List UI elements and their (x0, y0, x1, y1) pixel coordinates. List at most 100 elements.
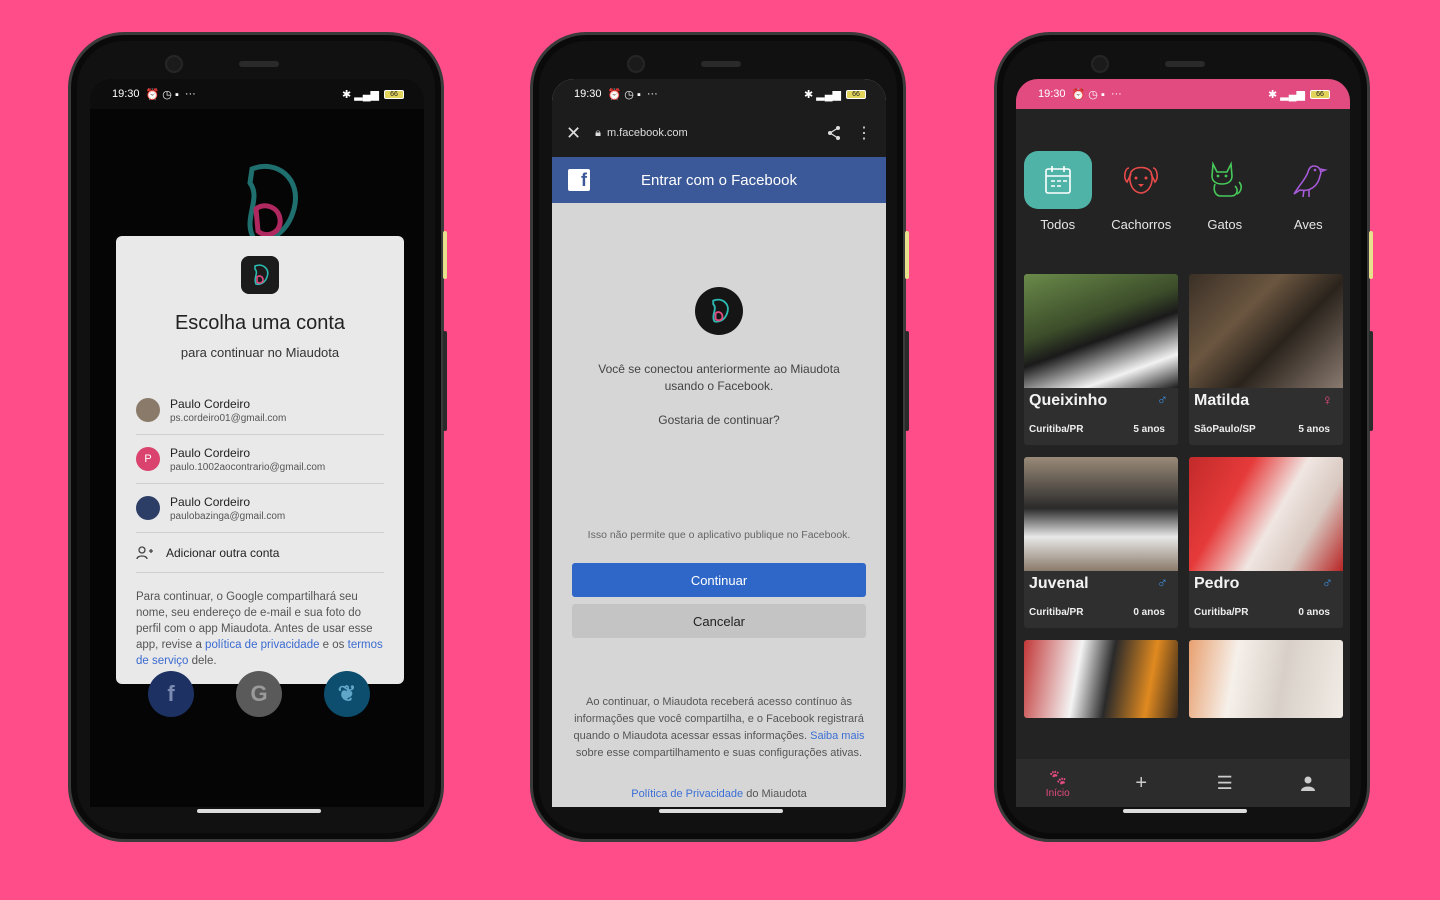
pet-card[interactable]: Juvenal ♂ Curitiba/PR 0 anos (1024, 457, 1178, 628)
account-chooser-dialog: Escolha uma conta para continuar no Miau… (116, 236, 404, 684)
consent-text-end: dele. (188, 655, 217, 667)
bird-icon (1274, 151, 1342, 209)
pet-city: Curitiba/PR (1194, 607, 1249, 618)
signal-icon: ✱ ▂▄▆ (1268, 88, 1305, 101)
phone-facebook: 19:30 ⏰ ◷ ▪ ··· ✱ ▂▄▆ 66 ✕ 🔒︎ m.facebook.com… (530, 32, 909, 842)
reconnect-message: Você se conectou anteriormente ao Miaudo… (598, 362, 840, 393)
account-item[interactable]: Paulo Cordeiro paulobazinga@gmail.com (136, 484, 384, 533)
nav-list[interactable]: ☰ (1195, 773, 1255, 794)
volume-button (1369, 331, 1373, 431)
consent-text: Para continuar, o Google compartilhará s… (136, 589, 384, 669)
facebook-header: f Entrar com o Facebook (552, 157, 886, 203)
power-button (1369, 231, 1373, 279)
privacy-policy-link[interactable]: Política de Privacidade (631, 788, 743, 800)
no-post-notice: Isso não permite que o aplicativo publiq… (587, 529, 851, 541)
female-icon: ♀ (1321, 392, 1333, 409)
cancel-button[interactable]: Cancelar (572, 604, 866, 638)
pet-grid: Queixinho ♂ Curitiba/PR 5 anos Matilda ♀… (1024, 274, 1344, 718)
nav-profile[interactable] (1278, 775, 1338, 791)
pet-age: 0 anos (1133, 607, 1165, 618)
consent-text-mid: e os (319, 639, 348, 651)
add-account-button[interactable]: Adicionar outra conta (136, 533, 384, 573)
lock-icon: 🔒︎ (595, 126, 601, 139)
status-time: 19:30 (112, 88, 140, 100)
status-bar: 19:30 ⏰ ◷ ▪ ··· ✱ ▂▄▆ 66 (90, 79, 424, 109)
pet-age: 0 anos (1298, 607, 1330, 618)
male-icon: ♂ (1156, 392, 1168, 409)
category-label: Todos (1040, 217, 1076, 232)
dialog-title: Escolha uma conta (174, 312, 346, 334)
power-button (443, 231, 447, 279)
calendar-icon (1023, 151, 1092, 209)
phone-miaudota: 19:30 ⏰ ◷ ▪ ··· ✱ ▂▄▆ 66 Todos Cachorros (994, 32, 1373, 842)
person-icon (1301, 776, 1316, 791)
category-aves[interactable]: Aves (1273, 151, 1343, 232)
bottom-navigation: 🐾︎ Início + ☰ (1016, 759, 1350, 807)
status-bar: 19:30 ⏰ ◷ ▪ ··· ✱ ▂▄▆ 66 (1016, 79, 1350, 109)
add-account-label: Adicionar outra conta (166, 545, 280, 560)
url-bar[interactable]: 🔒︎ m.facebook.com (595, 127, 812, 140)
account-email: paulobazinga@gmail.com (170, 510, 286, 522)
pet-card[interactable]: Pedro ♂ Curitiba/PR 0 anos (1189, 457, 1343, 628)
category-label: Aves (1293, 217, 1323, 232)
url-text: m.facebook.com (606, 127, 688, 139)
account-list: Paulo Cordeiro ps.cordeiro01@gmail.com P … (136, 386, 384, 573)
dialog-subtitle: para continuar no Miaudota (180, 345, 340, 360)
legal-text: Ao continuar, o Miaudota receberá acesso… (552, 694, 886, 762)
volume-button (443, 331, 447, 431)
nav-add[interactable]: + (1111, 772, 1171, 795)
speaker (1165, 61, 1205, 67)
continue-button[interactable]: Continuar (572, 563, 866, 597)
battery-icon: 66 (1310, 89, 1330, 99)
pet-card[interactable] (1189, 640, 1343, 718)
privacy-suffix: do Miaudota (743, 788, 807, 800)
home-indicator (197, 809, 321, 813)
close-icon[interactable]: ✕ (566, 123, 581, 144)
pet-card[interactable]: Matilda ♀ SãoPaulo/SP 5 anos (1189, 274, 1343, 445)
plus-icon: + (1135, 771, 1148, 794)
pet-name: Matilda (1194, 392, 1250, 409)
pet-name: Juvenal (1029, 575, 1089, 592)
status-time: 19:30 (1038, 88, 1066, 100)
signal-icon: ✱ ▂▄▆ (804, 88, 841, 101)
twitter-login-button[interactable]: ❦ (324, 671, 370, 717)
account-name: Paulo Cordeiro (170, 494, 251, 509)
status-time: 19:30 (574, 88, 602, 100)
account-item[interactable]: Paulo Cordeiro ps.cordeiro01@gmail.com (136, 386, 384, 435)
status-more: ··· (184, 88, 196, 100)
pet-city: Curitiba/PR (1029, 607, 1084, 618)
social-login-row: f G ❦ (148, 671, 370, 717)
account-name: Paulo Cordeiro (170, 445, 251, 460)
category-gatos[interactable]: Gatos (1190, 151, 1260, 232)
account-email: ps.cordeiro01@gmail.com (170, 412, 287, 424)
account-name: Paulo Cordeiro (170, 396, 251, 411)
category-filter: Todos Cachorros Gatos Aves (1016, 151, 1350, 232)
facebook-logo-icon: f (568, 169, 590, 191)
cat-icon (1191, 151, 1259, 209)
account-item[interactable]: P Paulo Cordeiro paulo.1002aocontrario@gm… (136, 435, 384, 484)
notification-icons: ⏰ ◷ ▪ (607, 88, 641, 101)
nav-home[interactable]: 🐾︎ Início (1028, 768, 1088, 799)
speaker (701, 61, 741, 67)
pet-city: Curitiba/PR (1029, 424, 1084, 435)
male-icon: ♂ (1156, 575, 1168, 592)
front-camera (627, 55, 645, 73)
pet-card[interactable] (1024, 640, 1178, 718)
avatar (136, 496, 160, 520)
more-options-icon[interactable]: ⋮ (856, 123, 872, 143)
pet-photo (1189, 274, 1343, 388)
category-label: Gatos (1207, 217, 1243, 232)
pet-card[interactable]: Queixinho ♂ Curitiba/PR 5 anos (1024, 274, 1178, 445)
share-icon[interactable] (826, 125, 842, 141)
category-todos[interactable]: Todos (1023, 151, 1093, 232)
legal-text-end: sobre esse compartilhamento e suas confi… (575, 747, 863, 759)
battery-icon: 66 (384, 89, 404, 99)
google-login-button[interactable]: G (236, 671, 282, 717)
pet-name: Pedro (1194, 575, 1240, 592)
learn-more-link[interactable]: Saiba mais (810, 730, 864, 742)
pet-photo (1024, 274, 1178, 388)
category-cachorros[interactable]: Cachorros (1106, 151, 1176, 232)
privacy-policy-link[interactable]: política de privacidade (205, 639, 319, 651)
power-button (905, 231, 909, 279)
facebook-login-button[interactable]: f (148, 671, 194, 717)
